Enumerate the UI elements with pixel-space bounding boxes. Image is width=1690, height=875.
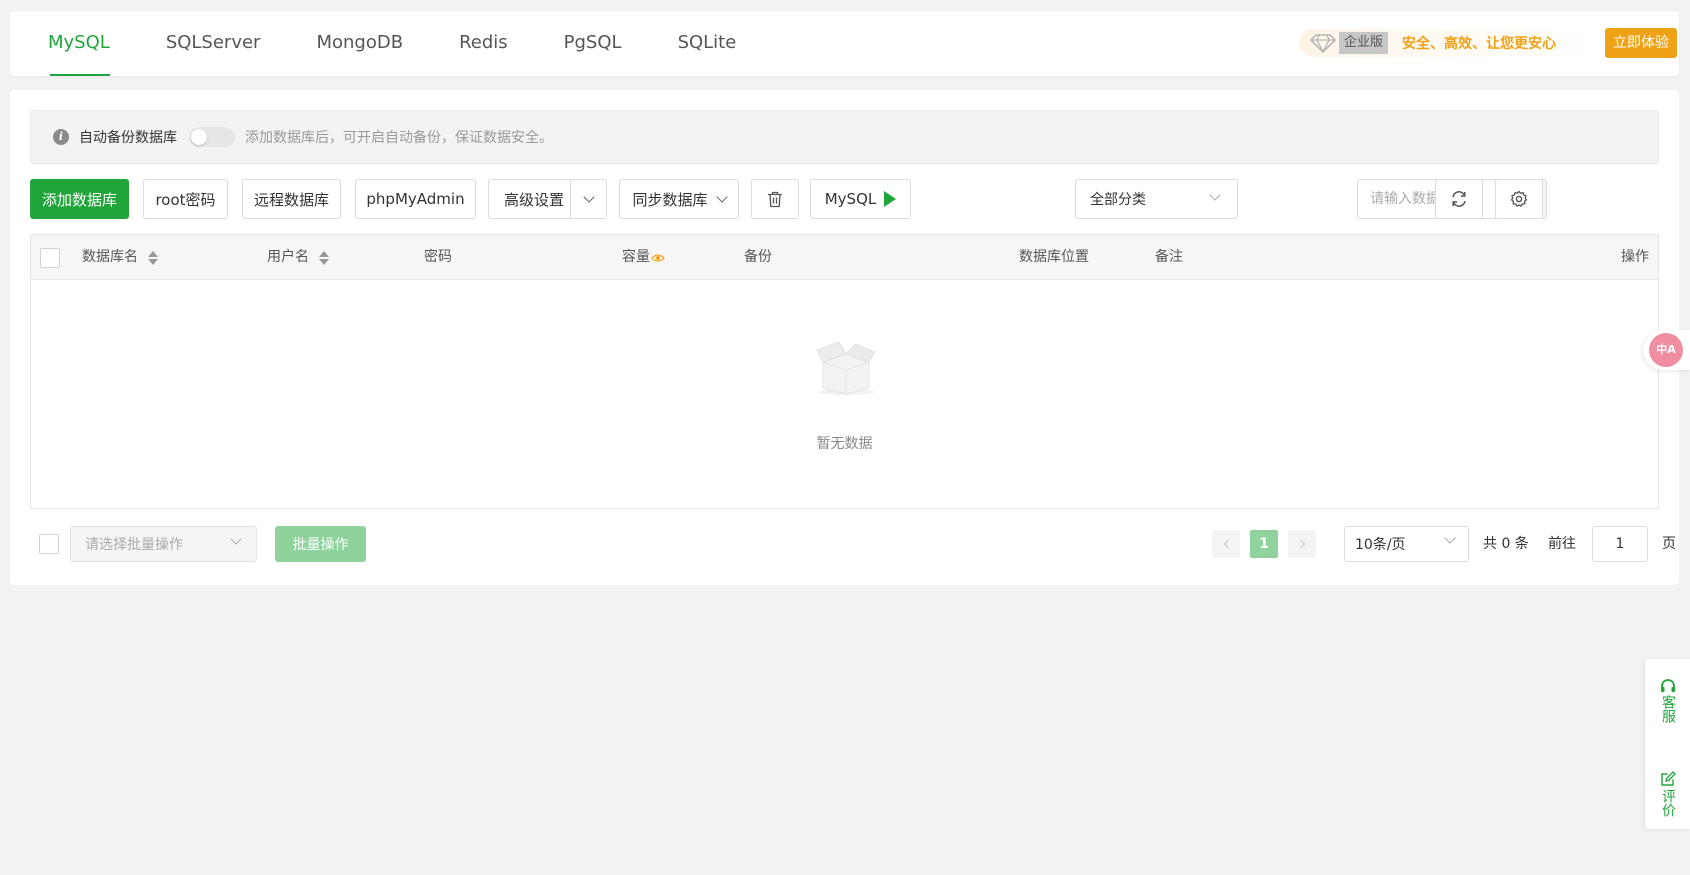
tab-redis[interactable]: Redis xyxy=(459,11,508,76)
page-suffix: 页 xyxy=(1662,526,1676,562)
tab-mongodb[interactable]: MongoDB xyxy=(316,11,403,76)
column-backup: 备份 xyxy=(744,235,772,280)
column-actions: 操作 xyxy=(1621,235,1649,280)
goto-label: 前往 xyxy=(1548,526,1576,562)
main-panel: i 自动备份数据库 添加数据库后，可开启自动备份，保证数据安全。 添加数据库 r… xyxy=(10,90,1679,585)
delete-button[interactable] xyxy=(751,179,799,219)
customer-service-label: 客服 xyxy=(1659,695,1676,723)
tab-pgsql[interactable]: PgSQL xyxy=(564,11,622,76)
auto-backup-toggle[interactable] xyxy=(189,127,235,147)
sync-database-button[interactable]: 同步数据库 xyxy=(619,179,739,219)
auto-backup-label: 自动备份数据库 xyxy=(79,127,177,147)
batch-operation-placeholder: 请选择批量操作 xyxy=(85,534,183,554)
select-all-checkbox[interactable] xyxy=(40,248,60,268)
translate-icon: 中A xyxy=(1649,333,1683,367)
toggle-knob xyxy=(191,129,207,145)
column-password: 密码 xyxy=(424,235,452,280)
advanced-settings-button[interactable]: 高级设置 xyxy=(488,179,607,219)
advanced-settings-label: 高级设置 xyxy=(504,189,564,210)
column-capacity: 容量 xyxy=(622,235,665,280)
chevron-down-icon xyxy=(716,191,727,202)
feedback-label: 评价 xyxy=(1659,789,1676,817)
info-icon: i xyxy=(53,129,69,145)
category-select[interactable]: 全部分类 xyxy=(1075,179,1238,219)
sync-database-label: 同步数据库 xyxy=(632,189,707,210)
table-footer: 请选择批量操作 批量操作 1 10条/页 共 0 条 前往 1 页 xyxy=(30,526,1659,562)
column-username-label: 用户名 xyxy=(267,235,309,280)
database-table: 数据库名 用户名 密码 容量 备份 数据库位置 备注 操作 xyxy=(30,234,1659,509)
advanced-settings-dropdown[interactable] xyxy=(570,180,606,218)
chevron-right-icon xyxy=(1296,540,1304,548)
db-type-bar: MySQL SQLServer MongoDB Redis PgSQL SQLi… xyxy=(10,11,1679,76)
header-select-cell xyxy=(40,235,60,280)
column-location: 数据库位置 xyxy=(1019,235,1089,280)
refresh-icon xyxy=(1450,190,1468,208)
auto-backup-hint: 添加数据库后，可开启自动备份，保证数据安全。 xyxy=(245,127,553,147)
mysql-service-label: MySQL xyxy=(825,190,877,208)
column-capacity-label: 容量 xyxy=(622,235,650,280)
root-password-button[interactable]: root密码 xyxy=(143,179,228,219)
tab-sqlite[interactable]: SQLite xyxy=(678,11,737,76)
chevron-down-icon xyxy=(230,533,241,544)
current-page[interactable]: 1 xyxy=(1250,530,1278,558)
phpmyadmin-button[interactable]: phpMyAdmin xyxy=(355,179,476,219)
category-select-value: 全部分类 xyxy=(1090,189,1146,209)
gear-icon xyxy=(1510,190,1528,208)
prev-page-button[interactable] xyxy=(1212,530,1240,558)
diamond-icon xyxy=(1309,33,1337,53)
promo-text: 安全、高效、让您更安心 xyxy=(1402,33,1556,53)
translate-widget[interactable]: 中A xyxy=(1643,330,1690,370)
edit-icon xyxy=(1660,771,1676,787)
db-tabs: MySQL SQLServer MongoDB Redis PgSQL SQLi… xyxy=(38,11,792,76)
enterprise-promo: 企业版 安全、高效、让您更安心 立即体验 xyxy=(1299,27,1677,59)
customer-service-button[interactable]: 客服 xyxy=(1645,679,1690,723)
empty-state: 暂无数据 xyxy=(31,280,1658,508)
add-database-button[interactable]: 添加数据库 xyxy=(30,179,129,219)
feedback-button[interactable]: 评价 xyxy=(1645,771,1690,817)
chevron-left-icon xyxy=(1223,540,1231,548)
footer-select-all-checkbox[interactable] xyxy=(39,534,59,554)
page-size-value: 10条/页 xyxy=(1355,534,1406,554)
enterprise-badge: 企业版 xyxy=(1339,32,1388,54)
column-username: 用户名 xyxy=(267,235,329,280)
column-db-name: 数据库名 xyxy=(82,235,158,280)
total-count: 共 0 条 xyxy=(1483,526,1529,562)
trash-icon xyxy=(767,191,783,208)
page-size-select[interactable]: 10条/页 xyxy=(1344,526,1469,562)
try-now-button[interactable]: 立即体验 xyxy=(1605,28,1677,58)
auto-backup-notice: i 自动备份数据库 添加数据库后，可开启自动备份，保证数据安全。 xyxy=(30,110,1659,164)
chevron-down-icon xyxy=(583,191,594,202)
column-db-name-label: 数据库名 xyxy=(82,235,138,280)
play-icon xyxy=(884,191,896,207)
sort-icon[interactable] xyxy=(319,251,329,265)
empty-box-icon xyxy=(813,332,879,398)
settings-button[interactable] xyxy=(1495,179,1543,219)
batch-operation-button[interactable]: 批量操作 xyxy=(275,526,366,562)
sort-icon[interactable] xyxy=(148,251,158,265)
chevron-down-icon xyxy=(1444,532,1455,543)
tab-sqlserver[interactable]: SQLServer xyxy=(166,11,261,76)
mysql-service-button[interactable]: MySQL xyxy=(810,179,911,219)
table-header: 数据库名 用户名 密码 容量 备份 数据库位置 备注 操作 xyxy=(31,235,1658,280)
goto-page-input[interactable]: 1 xyxy=(1592,526,1648,562)
headset-icon xyxy=(1660,679,1676,693)
promo-band: 企业版 安全、高效、让您更安心 xyxy=(1299,29,1591,57)
next-page-button[interactable] xyxy=(1288,530,1316,558)
empty-text: 暂无数据 xyxy=(31,433,1658,453)
remote-database-button[interactable]: 远程数据库 xyxy=(242,179,341,219)
side-tools: 客服 评价 xyxy=(1645,659,1690,829)
chevron-down-icon xyxy=(1209,189,1220,200)
tab-mysql[interactable]: MySQL xyxy=(38,11,110,76)
refresh-button[interactable] xyxy=(1435,179,1483,219)
column-remark: 备注 xyxy=(1155,235,1183,280)
toolbar: 添加数据库 root密码 远程数据库 phpMyAdmin 高级设置 同步数据库… xyxy=(30,179,1659,219)
batch-operation-select[interactable]: 请选择批量操作 xyxy=(70,526,257,562)
eye-icon[interactable] xyxy=(651,253,665,263)
